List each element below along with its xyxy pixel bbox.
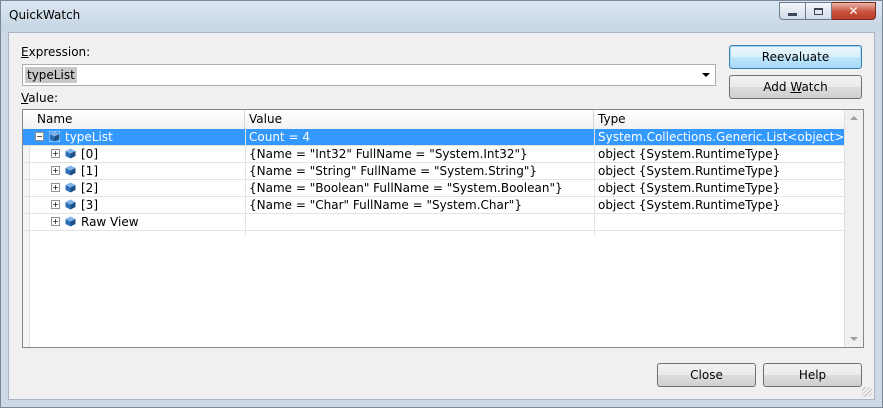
object-cube-icon [65,216,76,227]
cell-name: + [0] [23,146,245,162]
expand-icon[interactable]: + [51,166,60,175]
row-name: typeList [65,130,113,144]
column-divider [594,129,595,235]
row-name: [2] [81,181,98,195]
help-button[interactable]: Help [763,363,862,387]
dialog-body: Expression: typeList Reevaluate Add Watc… [8,32,875,400]
object-cube-icon [65,182,76,193]
scroll-down-icon[interactable] [850,337,858,341]
cell-type: object {System.RuntimeType} [598,198,781,212]
value-grid[interactable]: Name Value Type − typeList Count = 4 System… [22,109,864,348]
maximize-icon [814,7,823,15]
cell-value[interactable]: {Name = "String" FullName = "System.Stri… [245,163,594,179]
cell-name: + Raw View [23,214,245,230]
object-cube-icon [65,199,76,210]
window-title: QuickWatch [9,8,81,22]
expression-combobox[interactable]: typeList [22,64,716,86]
grid-header: Name Value Type [23,110,845,130]
title-bar[interactable]: QuickWatch ✕ [1,1,882,31]
add-watch-button[interactable]: Add Watch [729,75,862,99]
row-name: Raw View [81,215,139,229]
close-button[interactable]: Close [657,363,756,387]
row-name: [3] [81,198,98,212]
cell-name: + [1] [23,163,245,179]
cell-value[interactable] [245,214,594,230]
cell-type: object {System.RuntimeType} [598,164,781,178]
column-header-value[interactable]: Value [245,110,594,129]
minimize-button[interactable] [779,2,806,20]
table-row[interactable]: + [2] {Name = "Boolean" FullName = "System… [23,180,845,197]
cell-value[interactable]: {Name = "Char" FullName = "System.Char"} [245,197,594,213]
table-row[interactable]: − typeList Count = 4 System.Collections.Gen… [23,129,845,146]
cell-name: + [2] [23,180,245,196]
dropdown-arrow-icon[interactable] [702,73,710,77]
close-window-button[interactable]: ✕ [832,2,876,20]
expand-icon[interactable]: + [51,183,60,192]
column-header-name[interactable]: Name [23,110,245,129]
object-cube-icon [49,131,60,142]
cell-type [594,214,845,230]
row-name: [0] [81,147,98,161]
expression-input[interactable]: typeList [25,67,77,83]
value-label: Value: [21,91,58,105]
cell-name: + [3] [23,197,245,213]
expression-label: Expression: [21,45,91,59]
reevaluate-button[interactable]: Reevaluate [729,45,862,69]
cell-value[interactable]: {Name = "Int32" FullName = "System.Int32… [245,146,594,162]
cell-name: − typeList [23,129,245,145]
column-header-type[interactable]: Type [594,110,845,129]
table-row[interactable]: + Raw View [23,214,845,231]
minimize-icon [788,12,797,16]
resize-grip-icon[interactable] [862,387,872,397]
object-cube-icon [65,165,76,176]
window-controls: ✕ [779,2,876,20]
expand-icon[interactable]: + [51,200,60,209]
cell-type: object {System.RuntimeType} [598,147,781,161]
cell-value[interactable]: {Name = "Boolean" FullName = "System.Boo… [245,180,594,196]
maximize-button[interactable] [806,2,832,20]
expand-icon[interactable]: + [51,149,60,158]
expand-icon[interactable]: + [51,217,60,226]
table-row[interactable]: + [3] {Name = "Char" FullName = "System.Ch… [23,197,845,214]
scroll-up-icon[interactable] [850,116,858,120]
cell-value[interactable]: Count = 4 [245,129,594,145]
cell-type: System.Collections.Generic.List<object> [598,130,845,144]
table-row[interactable]: + [1] {Name = "String" FullName = "System.… [23,163,845,180]
column-divider [245,129,246,235]
quickwatch-window: QuickWatch ✕ Expression: typeList Reeval… [0,0,883,408]
collapse-icon[interactable]: − [35,132,44,141]
object-cube-icon [65,148,76,159]
close-icon: ✕ [848,4,859,18]
vertical-scrollbar[interactable] [844,110,863,347]
table-row[interactable]: + [0] {Name = "Int32" FullName = "System.I… [23,146,845,163]
cell-type: object {System.RuntimeType} [598,181,781,195]
row-name: [1] [81,164,98,178]
